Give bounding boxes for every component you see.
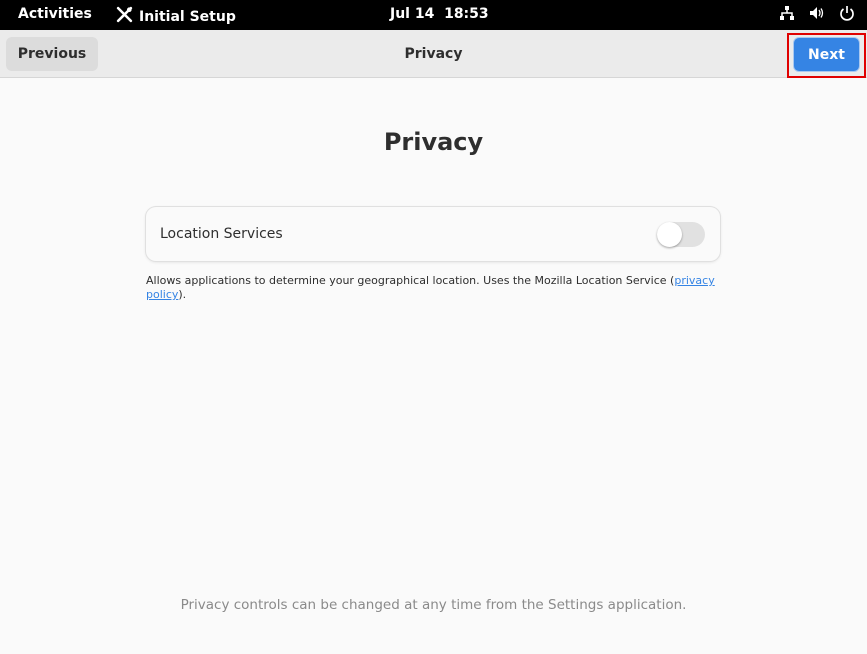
- description-text: Allows applications to determine your ge…: [146, 274, 675, 287]
- tools-icon: [116, 6, 133, 27]
- activities-button[interactable]: Activities: [18, 6, 92, 22]
- system-tray[interactable]: [779, 5, 855, 21]
- app-name: Initial Setup: [139, 8, 236, 25]
- volume-icon[interactable]: [809, 5, 825, 21]
- app-menu[interactable]: Initial Setup: [116, 6, 236, 27]
- location-services-label: Location Services: [160, 226, 283, 242]
- header-title: Privacy: [404, 46, 463, 62]
- power-icon[interactable]: [839, 5, 855, 21]
- header-bar: Previous Privacy: [0, 30, 867, 78]
- footer-note: Privacy controls can be changed at any t…: [180, 597, 687, 613]
- location-description: Allows applications to determine your ge…: [146, 274, 720, 302]
- location-services-toggle[interactable]: [657, 222, 705, 247]
- description-end: ).: [178, 288, 187, 301]
- top-bar: Activities Initial Setup Jul 14 18:53: [0, 0, 867, 30]
- page-title: Privacy: [383, 128, 484, 156]
- location-services-row: Location Services: [146, 207, 720, 261]
- toggle-knob: [657, 222, 682, 247]
- next-button[interactable]: Next: [793, 37, 860, 72]
- network-icon[interactable]: [779, 5, 795, 21]
- clock[interactable]: Jul 14 18:53: [390, 6, 489, 22]
